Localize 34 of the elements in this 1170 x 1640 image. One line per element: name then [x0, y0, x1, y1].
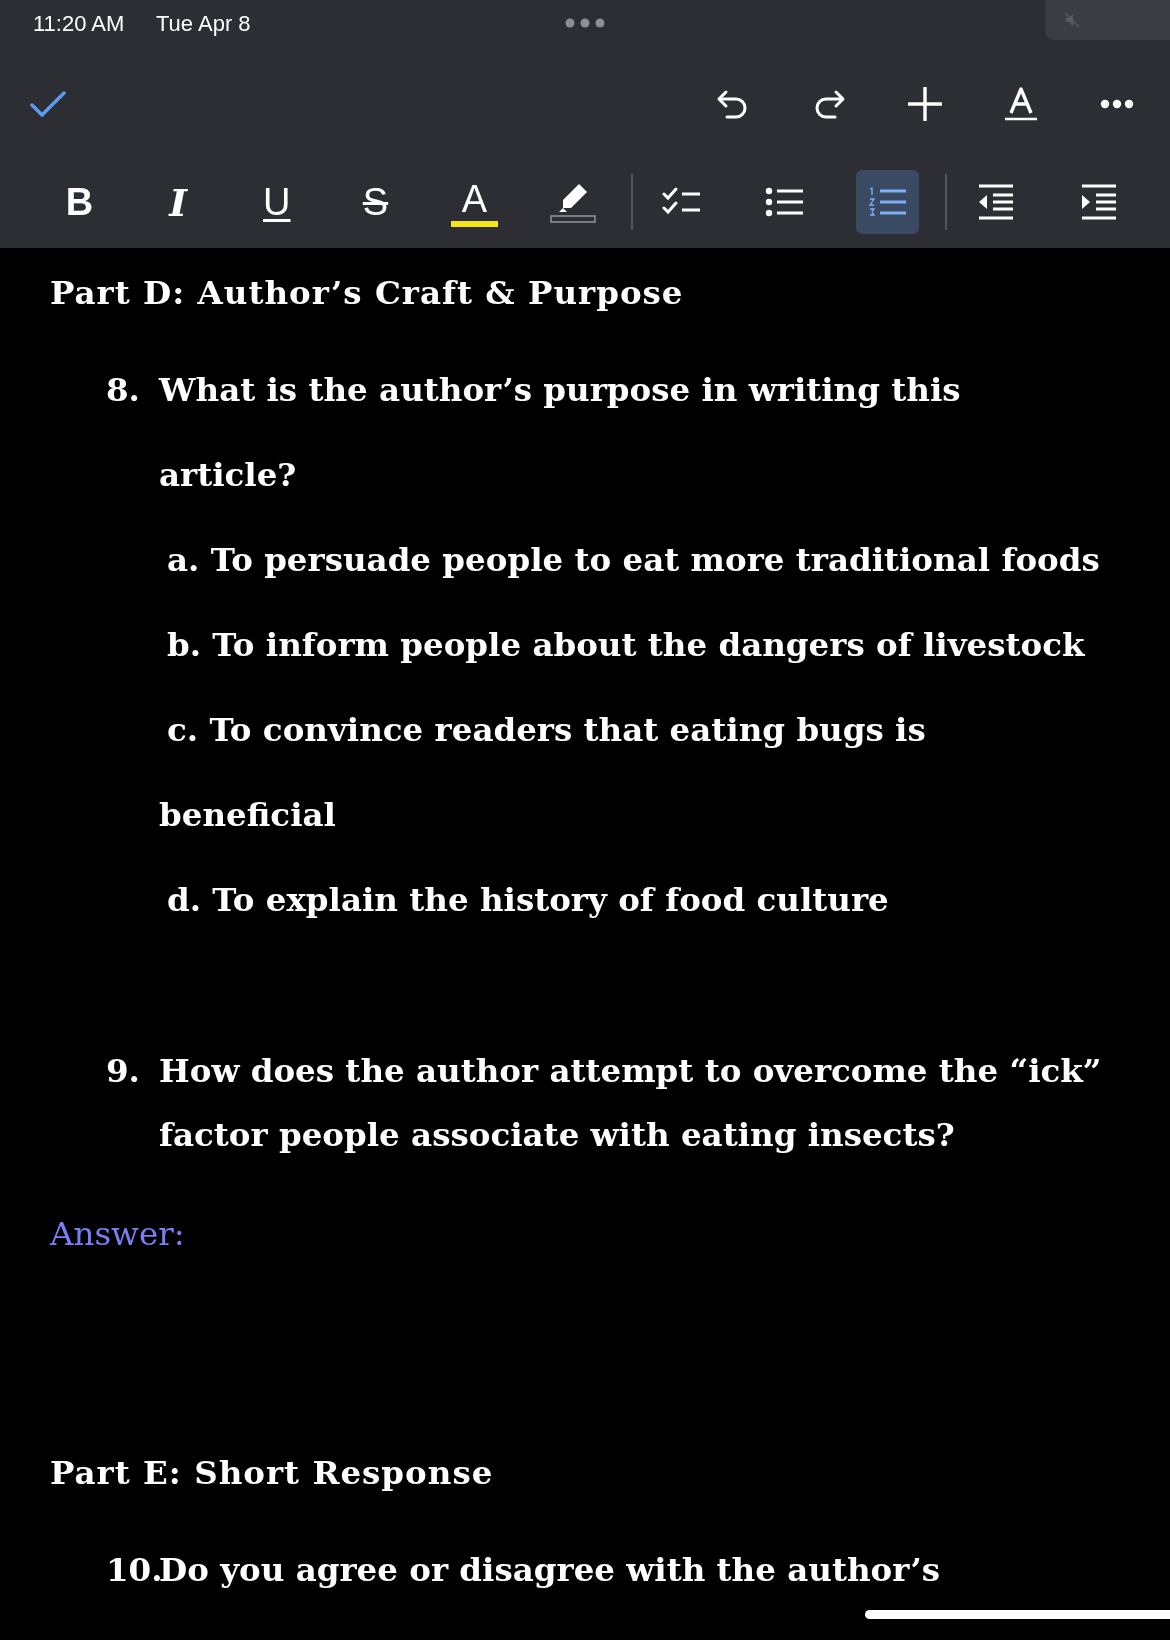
multitasking-icon[interactable]	[565, 18, 605, 28]
question-number: 10.	[106, 1549, 159, 1591]
more-icon[interactable]	[1100, 99, 1134, 109]
question-number: 8.	[106, 369, 141, 411]
italic-button[interactable]: I	[146, 170, 210, 234]
question-text: factor people associate with eating insects?	[159, 1114, 956, 1156]
strike-button[interactable]: S	[344, 170, 407, 234]
answer-label: Answer:	[48, 1214, 186, 1255]
text-format-icon[interactable]	[1004, 87, 1038, 121]
question-number: 9.	[106, 1050, 141, 1092]
checklist-icon	[661, 187, 702, 217]
question-text: How does the author attempt to overcome the “ick”	[159, 1050, 1102, 1092]
answer-option: d. To explain the history of food culture	[0, 857, 1170, 942]
outdent-icon	[976, 184, 1015, 220]
status-time: 11:20 AM	[33, 11, 125, 37]
status-date: Tue Apr 8	[156, 11, 251, 37]
done-check-icon[interactable]	[30, 90, 66, 118]
answer-option: a. To persuade people to eat more traditional foods	[0, 517, 1170, 602]
underline-button[interactable]: U	[245, 170, 309, 234]
answer-option: beneficial	[0, 772, 1170, 857]
section-heading: Part D: Author’s Craft & Purpose	[49, 272, 685, 314]
plus-icon[interactable]	[908, 87, 942, 121]
question-text: Do you agree or disagree with the author’s	[159, 1549, 941, 1591]
indent-icon	[1079, 184, 1118, 220]
numbered-list-icon	[867, 186, 908, 218]
answer-option: c. To convince readers that eating bugs is	[0, 687, 1170, 772]
bullet-list-icon	[764, 187, 805, 217]
bold-button[interactable]: B	[48, 170, 111, 234]
question-text: What is the author’s purpose in writing this	[159, 369, 961, 411]
question-text: article?	[159, 454, 298, 496]
text-color-button[interactable]: A	[450, 177, 498, 227]
section-heading: Part E: Short Response	[49, 1452, 495, 1494]
answer-option: b. To inform people about the dangers of livestock	[0, 602, 1170, 687]
numbered-button[interactable]	[855, 170, 919, 234]
